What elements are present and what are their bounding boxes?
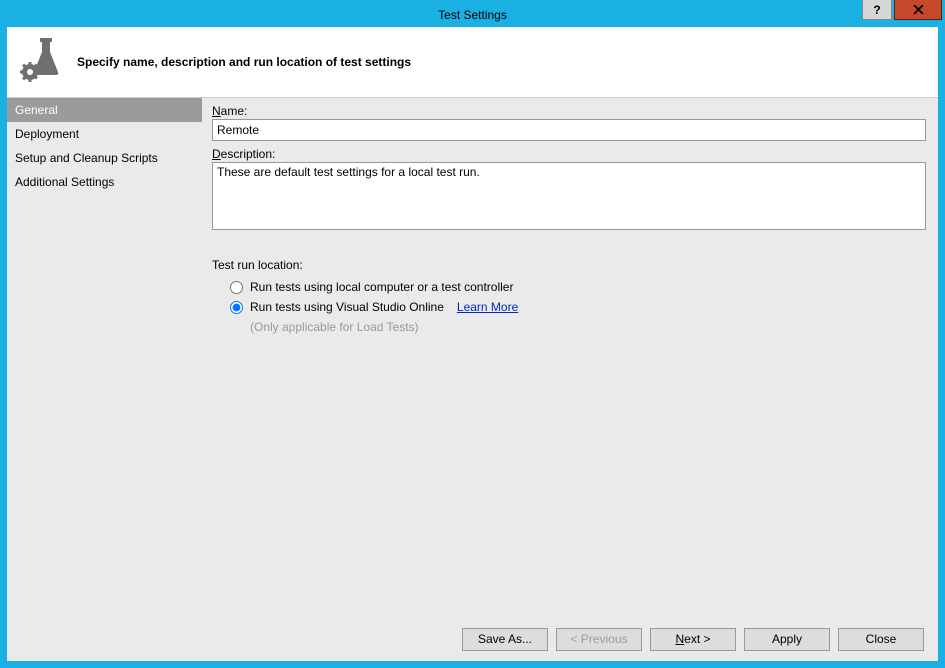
learn-more-link[interactable]: Learn More — [457, 300, 518, 314]
sidebar-item-additional[interactable]: Additional Settings — [7, 170, 202, 194]
titlebar-buttons: ? — [862, 0, 942, 20]
sidebar: General Deployment Setup and Cleanup Scr… — [7, 98, 202, 617]
close-window-button[interactable] — [894, 0, 942, 20]
sidebar-item-deployment[interactable]: Deployment — [7, 122, 202, 146]
titlebar: Test Settings ? — [7, 3, 938, 27]
window-title: Test Settings — [438, 8, 507, 22]
apply-button[interactable]: Apply — [744, 628, 830, 651]
run-location-label: Test run location: — [212, 258, 926, 272]
window-frame: Test Settings ? — [0, 0, 945, 668]
header-subtitle: Specify name, description and run locati… — [77, 55, 411, 69]
help-button[interactable]: ? — [862, 0, 892, 20]
sidebar-item-label: Deployment — [15, 127, 79, 141]
button-bar: Save As... < Previous Next > Apply Close — [7, 617, 938, 661]
vso-note: (Only applicable for Load Tests) — [212, 317, 926, 334]
close-icon — [913, 4, 924, 15]
content-pane: Name: Description: Test run location: Ru… — [202, 98, 938, 617]
name-label: Name: — [212, 104, 926, 118]
radio-vso-label: Run tests using Visual Studio Online — [250, 300, 444, 314]
description-label: Description: — [212, 147, 926, 161]
header-strip: Specify name, description and run locati… — [7, 27, 938, 97]
sidebar-item-label: General — [15, 103, 58, 117]
radio-local[interactable] — [230, 281, 243, 294]
radio-vso[interactable] — [230, 301, 243, 314]
radio-vso-row[interactable]: Run tests using Visual Studio Online Lea… — [212, 297, 926, 317]
save-as-button[interactable]: Save As... — [462, 628, 548, 651]
sidebar-item-label: Setup and Cleanup Scripts — [15, 151, 158, 165]
close-button[interactable]: Close — [838, 628, 924, 651]
previous-button: < Previous — [556, 628, 642, 651]
description-textarea[interactable] — [212, 162, 926, 230]
flask-gear-icon — [19, 36, 61, 89]
radio-local-row[interactable]: Run tests using local computer or a test… — [212, 277, 926, 297]
sidebar-item-label: Additional Settings — [15, 175, 114, 189]
sidebar-item-scripts[interactable]: Setup and Cleanup Scripts — [7, 146, 202, 170]
body: General Deployment Setup and Cleanup Scr… — [7, 97, 938, 617]
sidebar-item-general[interactable]: General — [7, 98, 202, 122]
name-input[interactable] — [212, 119, 926, 141]
next-button[interactable]: Next > — [650, 628, 736, 651]
radio-local-label: Run tests using local computer or a test… — [250, 280, 513, 294]
